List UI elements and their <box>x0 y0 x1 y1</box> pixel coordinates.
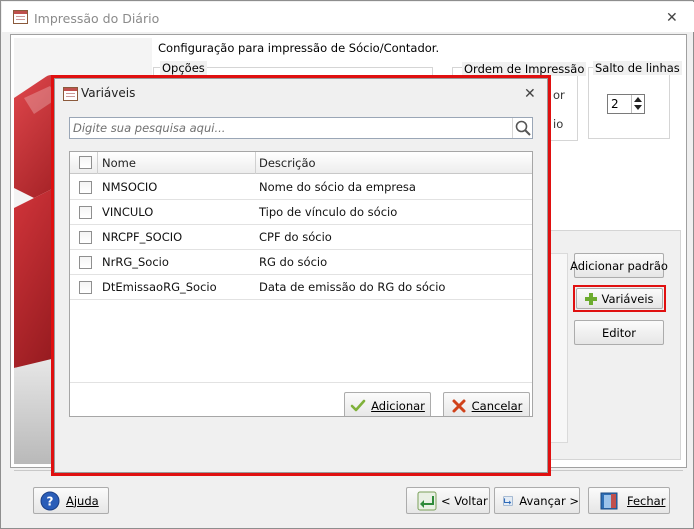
close-label: Fechar <box>627 493 666 508</box>
search-placeholder[interactable]: Digite sua pesquisa aqui... <box>73 121 225 135</box>
close-door-icon <box>600 492 618 509</box>
spin-down-icon[interactable] <box>634 105 642 110</box>
variables-dialog: Variáveis ✕ Digite sua pesquisa aqui... … <box>54 78 548 473</box>
help-button[interactable]: ? Ajuda <box>33 487 109 514</box>
dialog-title: Variáveis <box>81 86 136 100</box>
next-label: Avançar > <box>519 493 579 508</box>
select-all-checkbox[interactable] <box>79 156 92 169</box>
table-row[interactable]: NrRG_Socio RG do sócio <box>70 250 532 275</box>
column-separator <box>97 152 98 174</box>
variable-name: NMSOCIO <box>102 180 158 194</box>
variable-name: VINCULO <box>102 205 154 219</box>
row-checkbox[interactable] <box>79 256 92 269</box>
variable-name: DtEmissaoRG_Socio <box>102 280 217 294</box>
cancel-button[interactable]: Cancelar <box>443 392 530 416</box>
table-header: Nome Descrição <box>70 152 532 174</box>
table-row[interactable]: NMSOCIO Nome do sócio da empresa <box>70 175 532 200</box>
print-order-legend: Ordem de Impressão <box>462 62 587 76</box>
next-button[interactable]: Avançar > <box>494 487 580 514</box>
diary-book-icon <box>13 10 28 24</box>
spinner-buttons[interactable] <box>631 95 644 113</box>
dialog-close-button[interactable]: ✕ <box>524 87 536 101</box>
search-button[interactable] <box>512 118 532 138</box>
help-icon: ? <box>40 491 60 510</box>
cancel-button-label: Cancelar <box>471 398 523 413</box>
column-header-name[interactable]: Nome <box>102 156 136 170</box>
close-button[interactable]: Fechar <box>588 487 670 514</box>
variable-description: Nome do sócio da empresa <box>259 180 416 194</box>
row-checkbox[interactable] <box>79 231 92 244</box>
variable-name: NrRG_Socio <box>102 255 169 269</box>
variable-description: RG do sócio <box>259 255 328 269</box>
diary-book-icon <box>63 87 78 101</box>
plus-icon <box>585 292 598 305</box>
print-order-option-1[interactable]: or <box>553 88 565 102</box>
variable-description: CPF do sócio <box>259 230 332 244</box>
search-icon <box>515 120 531 136</box>
window-close-button[interactable]: ✕ <box>666 11 678 25</box>
back-arrow-icon <box>417 491 437 510</box>
back-button[interactable]: < Voltar <box>406 487 490 514</box>
variable-description: Data de emissão do RG do sócio <box>259 280 446 294</box>
variables-button-label: Variáveis <box>601 291 654 306</box>
row-checkbox[interactable] <box>79 206 92 219</box>
back-label: < Voltar <box>441 493 488 508</box>
next-arrow-icon <box>503 495 514 506</box>
variables-table: Nome Descrição NMSOCIO Nome do sócio da … <box>69 151 533 417</box>
config-description: Configuração para impressão de Sócio/Con… <box>158 41 440 55</box>
add-button[interactable]: Adicionar <box>344 392 431 416</box>
options-legend: Opções <box>160 61 207 75</box>
cancel-x-icon <box>452 399 466 412</box>
spin-up-icon[interactable] <box>634 97 642 102</box>
svg-text:?: ? <box>47 494 54 508</box>
variable-description: Tipo de vínculo do sócio <box>259 205 398 219</box>
variable-name: NRCPF_SOCIO <box>102 230 183 244</box>
table-row[interactable]: VINCULO Tipo de vínculo do sócio <box>70 200 532 225</box>
table-row[interactable]: NRCPF_SOCIO CPF do sócio <box>70 225 532 250</box>
check-icon <box>350 399 366 411</box>
row-checkbox[interactable] <box>79 181 92 194</box>
search-field[interactable]: Digite sua pesquisa aqui... <box>69 117 533 139</box>
vertical-scrollbar[interactable] <box>550 253 568 443</box>
editor-button[interactable]: Editor <box>574 320 664 345</box>
print-order-option-2[interactable]: io <box>553 117 563 131</box>
window-titlebar: Impressão do Diário ✕ <box>2 2 694 32</box>
help-label: Ajuda <box>66 493 99 508</box>
variables-button[interactable]: Variáveis <box>576 288 663 309</box>
row-checkbox[interactable] <box>79 281 92 294</box>
window-title: Impressão do Diário <box>34 11 160 26</box>
add-button-label: Adicionar <box>371 398 425 413</box>
line-jump-legend: Salto de linhas <box>593 61 682 75</box>
table-row[interactable]: DtEmissaoRG_Socio Data de emissão do RG … <box>70 275 532 300</box>
column-header-description[interactable]: Descrição <box>259 156 316 170</box>
column-separator <box>255 152 256 174</box>
line-jump-value[interactable]: 2 <box>611 97 619 111</box>
add-default-button[interactable]: Adicionar padrão <box>570 253 668 278</box>
line-jump-spinner[interactable]: 2 <box>607 94 645 114</box>
